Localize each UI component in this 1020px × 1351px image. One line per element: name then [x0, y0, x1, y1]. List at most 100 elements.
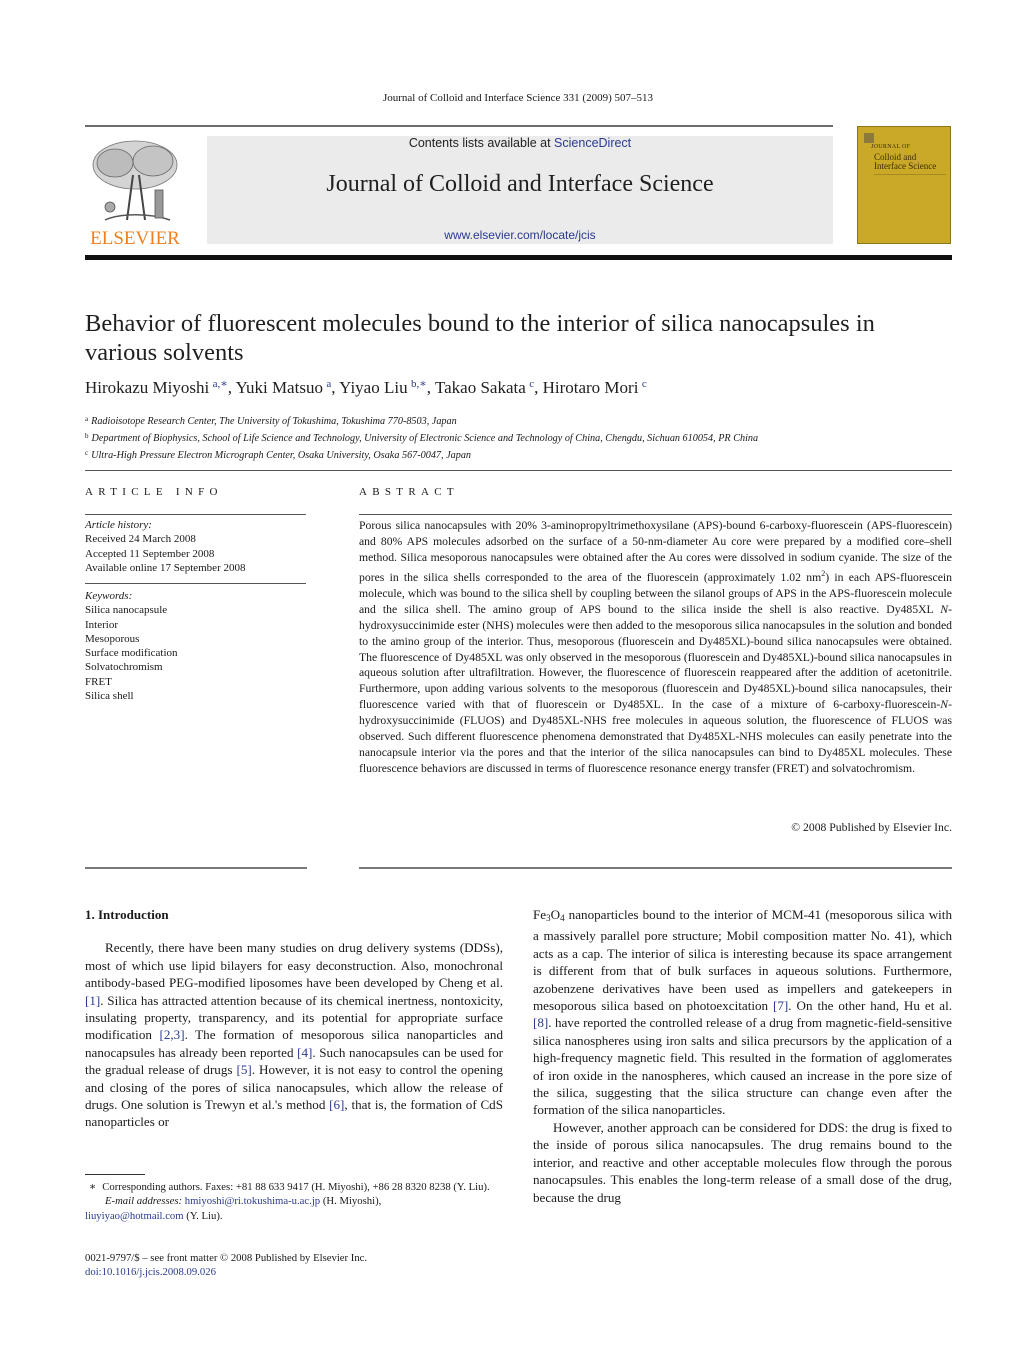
author-separator: ,: [227, 378, 236, 397]
header-bottom-rule: [85, 255, 952, 260]
corresponding-text: Corresponding authors. Faxes: +81 88 633…: [102, 1181, 490, 1193]
contents-available-line: Contents lists available at ScienceDirec…: [207, 136, 833, 150]
affiliation-text: Radioisotope Research Center, The Univer…: [91, 416, 457, 427]
history-label: Article history:: [85, 519, 152, 531]
author-name: Hirokazu Miyoshi: [85, 378, 213, 397]
affiliation-letter: a: [85, 415, 89, 423]
keyword: Silica nanocapsule: [85, 604, 168, 617]
affiliation-mark[interactable]: a,∗: [213, 378, 228, 390]
cover-small-label: JOURNAL OF: [871, 144, 911, 150]
keywords: Keywords: Silica nanocapsule Interior Me…: [85, 589, 306, 703]
email-note: E-mail addresses: hmiyoshi@ri.tokushima-…: [85, 1194, 503, 1208]
journal-name: Journal of Colloid and Interface Science: [326, 171, 714, 197]
cover-title-line2: Interface Science: [874, 161, 937, 171]
article-info-rule: [85, 514, 306, 515]
author-separator: ,: [331, 378, 340, 397]
journal-header-box: Contents lists available at ScienceDirec…: [207, 136, 833, 244]
keyword: Silica shell: [85, 690, 134, 703]
abstract-copyright: © 2008 Published by Elsevier Inc.: [791, 821, 952, 834]
article-history: Article history: Received 24 March 2008 …: [85, 518, 306, 575]
cover-rule: [874, 174, 946, 175]
asterisk-mark: ∗: [89, 1181, 97, 1193]
citation-link[interactable]: [1]: [85, 993, 100, 1008]
affiliation-mark[interactable]: c: [642, 378, 647, 390]
affiliation-text: Ultra-High Pressure Electron Micrograph …: [91, 450, 472, 462]
affiliation-letter: c: [85, 449, 89, 458]
section-divider: [85, 470, 952, 471]
cover-title: Colloid and Interface Science: [874, 153, 936, 171]
citation-link[interactable]: [4]: [297, 1045, 312, 1060]
affiliation-text: Department of Biophysics, School of Life…: [91, 433, 759, 445]
author-name: Hirotaro Mori: [542, 378, 642, 397]
affiliation: a Radioisotope Research Center, The Unive…: [85, 412, 955, 429]
affiliation-mark[interactable]: b,∗: [411, 378, 427, 390]
affiliation: c Ultra-High Pressure Electron Micrograph…: [85, 446, 955, 463]
journal-cover-thumbnail: JOURNAL OF Colloid and Interface Science: [857, 126, 951, 244]
article-info-heading: ARTICLE INFO: [85, 486, 223, 498]
abstract-text-part: -hydroxysuccinimide ester (NHS) molecule…: [359, 602, 952, 712]
citation-link[interactable]: [5]: [236, 1062, 251, 1077]
affiliations: a Radioisotope Research Center, The Unive…: [85, 412, 955, 464]
sciencedirect-link[interactable]: ScienceDirect: [554, 136, 631, 150]
front-matter: 0021-9797/$ – see front matter © 2008 Pu…: [85, 1251, 503, 1280]
email-link-liu[interactable]: liuyiyao@hotmail.com: [85, 1210, 184, 1222]
keyword: FRET: [85, 675, 112, 688]
keyword: Surface modification: [85, 647, 178, 660]
keywords-rule: [85, 583, 306, 584]
author-name: Yuki Matsuo: [235, 378, 327, 397]
affiliation: b Department of Biophysics, School of Lif…: [85, 429, 955, 446]
corresponding-author-note: ∗ Corresponding authors. Faxes: +81 88 63…: [85, 1180, 503, 1194]
citation-link[interactable]: [2,3]: [159, 1027, 184, 1042]
issn-line: 0021-9797/$ – see front matter © 2008 Pu…: [85, 1252, 368, 1264]
body-paragraph: Fe3O4 nanoparticles bound to the interio…: [533, 906, 952, 1119]
keyword: Mesoporous: [85, 632, 140, 645]
citation-link[interactable]: [6]: [329, 1097, 344, 1112]
author-separator: ,: [426, 378, 435, 397]
abstract-bottom-rule: [359, 867, 952, 869]
footnotes: ∗ Corresponding authors. Faxes: +81 88 63…: [85, 1180, 503, 1223]
author-name: Yiyao Liu: [339, 378, 411, 397]
keywords-label: Keywords:: [85, 590, 133, 602]
author-list: Hirokazu Miyoshi a,∗, Yuki Matsuo a, Yiy…: [85, 377, 955, 398]
info-bottom-rule: [85, 867, 307, 869]
citation-link[interactable]: [8]: [533, 1015, 548, 1030]
body-paragraph: Recently, there have been many studies o…: [85, 939, 503, 1130]
author-name: Takao Sakata: [434, 378, 530, 397]
section-heading-introduction: 1. Introduction: [85, 907, 169, 922]
abstract-heading: ABSTRACT: [359, 486, 459, 498]
footnote-rule: [85, 1174, 145, 1175]
italic-n: N: [940, 602, 949, 616]
keyword: Interior: [85, 618, 118, 631]
email-note-cont: liuyiyao@hotmail.com (Y. Liu).: [85, 1209, 503, 1223]
email-owner: (H. Miyoshi),: [320, 1195, 382, 1208]
text-run: Recently, there have been many studies o…: [85, 940, 503, 991]
doi-link[interactable]: doi:10.1016/j.jcis.2008.09.026: [85, 1266, 216, 1278]
text-run: . have reported the controlled release o…: [533, 1015, 952, 1118]
text-run: . On the other hand, Hu et al.: [788, 998, 953, 1014]
email-link-miyoshi[interactable]: hmiyoshi@ri.tokushima-u.ac.jp: [185, 1195, 320, 1207]
italic-n: N: [940, 698, 949, 712]
body-paragraph: However, another approach can be conside…: [533, 1119, 952, 1205]
email-owner: (Y. Liu).: [183, 1209, 223, 1222]
running-head: Journal of Colloid and Interface Science…: [382, 92, 654, 104]
online-date: Available online 17 September 2008: [85, 561, 246, 574]
header-top-rule: [85, 125, 833, 127]
contents-prefix: Contents lists available at: [408, 136, 555, 150]
keyword: Solvatochromism: [85, 661, 163, 674]
article-title: Behavior of fluorescent molecules bound …: [85, 310, 875, 366]
affiliation-letter: b: [85, 432, 89, 441]
text-run: O: [550, 907, 561, 922]
accepted-date: Accepted 11 September 2008: [85, 547, 215, 560]
body-column-left: 1. Introduction Recently, there have bee…: [85, 906, 503, 1131]
abstract-rule: [359, 514, 952, 515]
journal-url-link[interactable]: www.elsevier.com/locate/jcis: [207, 228, 833, 242]
elsevier-wordmark: ELSEVIER: [90, 228, 180, 249]
author-separator: ,: [534, 378, 543, 397]
cover-publisher-logo-icon: [864, 133, 874, 143]
citation-link[interactable]: [7]: [773, 998, 788, 1013]
received-date: Received 24 March 2008: [85, 533, 196, 546]
body-column-right: Fe3O4 nanoparticles bound to the interio…: [533, 906, 952, 1206]
abstract-text: Porous silica nanocapsules with 20% 3-am…: [359, 518, 952, 777]
email-label: E-mail addresses:: [105, 1195, 183, 1208]
text-run: Fe: [533, 907, 547, 922]
